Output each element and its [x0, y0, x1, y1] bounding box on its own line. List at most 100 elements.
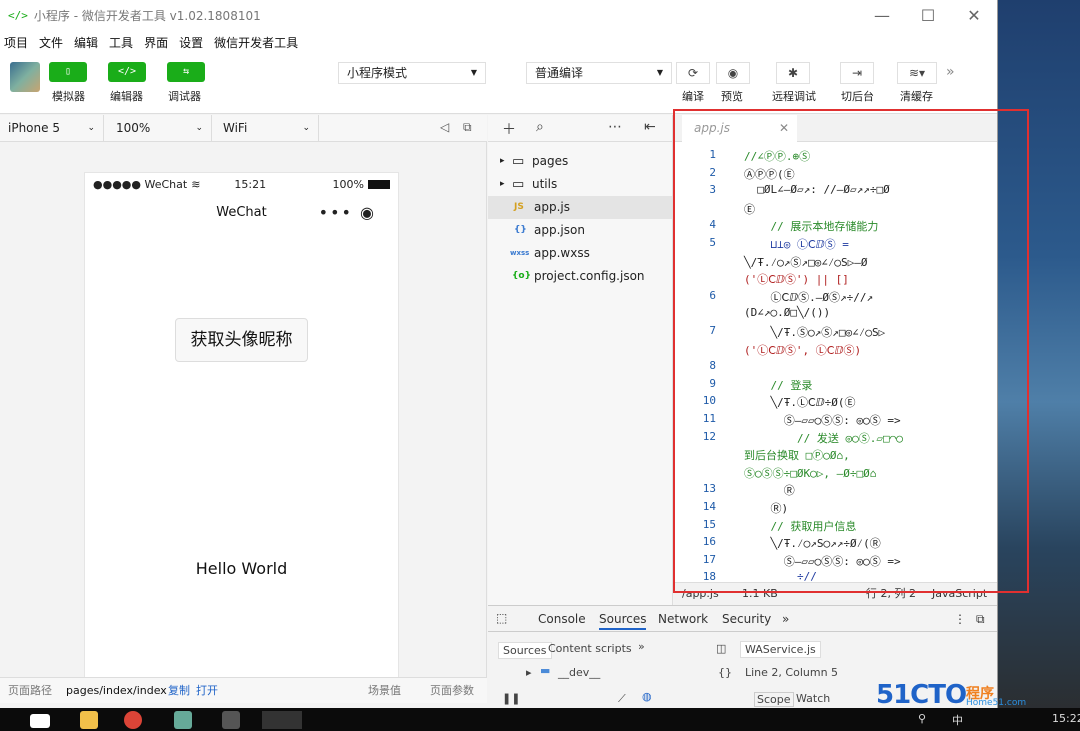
copy-link[interactable]: 复制: [168, 678, 190, 703]
compile-mode-select[interactable]: 普通编译 ▼: [526, 62, 672, 84]
navigator-toggle-icon[interactable]: ◫: [716, 642, 726, 655]
bug-icon[interactable]: ✱: [776, 62, 810, 84]
watermark-sub: Home51.com: [966, 698, 1027, 708]
open-link[interactable]: 打开: [196, 678, 218, 703]
simulator-footer: 页面路径 pages/index/index 复制 打开 场景值 页面参数: [0, 677, 487, 703]
compile-label: 编译: [682, 90, 704, 103]
wifi-icon: ≋: [191, 177, 201, 191]
search-icon[interactable]: ⌕: [536, 119, 544, 135]
debugger-toggle-button[interactable]: ⇆: [167, 62, 205, 82]
config-file-icon: {o}: [512, 271, 531, 281]
chevron-down-icon: ⌄: [87, 123, 95, 133]
background-label: 切后台: [841, 90, 874, 103]
tab-network[interactable]: Network: [658, 612, 708, 626]
debugger-label: 调试器: [168, 90, 201, 103]
caret-right-icon: ▸: [500, 156, 505, 166]
menu-settings[interactable]: 设置: [179, 34, 203, 51]
simulator-toggle-button[interactable]: ▯: [49, 62, 87, 82]
refresh-icon[interactable]: ⟳: [676, 62, 710, 84]
start-icon[interactable]: [30, 714, 50, 728]
menu-wechat-devtools[interactable]: 微信开发者工具: [214, 34, 298, 51]
collapse-icon[interactable]: ⇤: [644, 119, 656, 135]
chrome-icon[interactable]: [124, 711, 142, 729]
get-userinfo-button[interactable]: 获取头像昵称: [175, 318, 308, 362]
devtools-task-icon[interactable]: [262, 711, 302, 729]
ime-indicator[interactable]: 中: [952, 712, 963, 728]
highlight-box: [673, 109, 1029, 593]
pause-exceptions-icon[interactable]: ◍: [642, 690, 652, 703]
scope-tab[interactable]: Scope: [754, 692, 794, 707]
inspect-icon[interactable]: ⬚: [496, 611, 507, 625]
popout-icon[interactable]: ⧉: [463, 120, 472, 135]
preview-label: 预览: [721, 90, 743, 103]
menu-view[interactable]: 界面: [144, 34, 168, 51]
deactivate-breakpoints-icon[interactable]: ⟋: [618, 692, 626, 706]
tab-console[interactable]: Console: [538, 612, 586, 626]
folder-icon: ▭: [512, 154, 525, 169]
user-avatar[interactable]: [10, 62, 40, 92]
phone-time: 15:21: [234, 177, 267, 191]
more-tabs-icon[interactable]: »: [782, 612, 789, 626]
watch-tab[interactable]: Watch: [796, 692, 830, 705]
menu-dots-icon[interactable]: ⋮: [954, 612, 966, 626]
tree-folder-pages[interactable]: ▸ ▭ pages: [488, 150, 672, 173]
params-button[interactable]: 页面参数: [430, 678, 474, 703]
tree-item-label: app.wxss: [534, 246, 590, 260]
taskbar-clock: 15:22: [1052, 712, 1080, 725]
zoom-select[interactable]: 100% ⌄: [108, 115, 212, 142]
tree-file-app-js[interactable]: JS app.js: [488, 196, 672, 219]
more-icon[interactable]: »: [946, 64, 955, 80]
tab-security[interactable]: Security: [722, 612, 771, 626]
eye-icon[interactable]: ◉: [716, 62, 750, 84]
menu-edit[interactable]: 编辑: [74, 34, 98, 51]
add-icon[interactable]: ＋: [502, 119, 516, 139]
tree-file-project-config[interactable]: {o} project.config.json: [488, 265, 672, 288]
battery-text: 100%: [332, 177, 364, 191]
editor-toggle-button[interactable]: </>: [108, 62, 146, 82]
chevron-down-icon: ▼: [656, 68, 663, 77]
menu-project[interactable]: 项目: [4, 34, 28, 51]
wxss-file-icon: wxss: [510, 249, 530, 257]
scene-button[interactable]: 场景值: [368, 678, 401, 703]
tab-sources[interactable]: Sources: [599, 612, 647, 630]
taskbar: ⚲ 中 15:22: [0, 708, 1080, 731]
open-file-tab[interactable]: WAService.js: [740, 641, 821, 658]
content-scripts-subtab[interactable]: Content scripts: [548, 642, 632, 655]
menu-tools[interactable]: 工具: [109, 34, 133, 51]
tree-file-app-json[interactable]: {} app.json: [488, 219, 672, 242]
phone-status-bar: ●●●●● WeChat ≋ 15:21 100%: [85, 173, 398, 195]
format-icon[interactable]: {}: [718, 666, 732, 679]
mode-select[interactable]: 小程序模式 ▼: [338, 62, 486, 84]
editor-label: 编辑器: [110, 90, 143, 103]
maximize-button[interactable]: ☐: [905, 6, 951, 25]
caret-right-icon[interactable]: ▸: [526, 666, 532, 679]
more-icon[interactable]: ⋯: [608, 119, 622, 135]
json-file-icon: {}: [514, 225, 527, 235]
device-select[interactable]: iPhone 5 ⌄: [0, 115, 104, 142]
battery-icon: [368, 179, 390, 189]
layers-icon[interactable]: ≋▾: [897, 62, 937, 84]
network-select[interactable]: WiFi ⌄: [215, 115, 319, 142]
menu-bar: 项目 文件 编辑 工具 界面 设置 微信开发者工具: [0, 30, 997, 54]
close-button[interactable]: ✕: [951, 6, 997, 25]
tree-file-app-wxss[interactable]: wxss app.wxss: [488, 242, 672, 265]
pause-icon[interactable]: ❚❚: [502, 692, 520, 705]
remote-debug-label: 远程调试: [772, 90, 816, 103]
app-icon[interactable]: [222, 711, 240, 729]
capsule-menu-icon[interactable]: ••• ◉: [319, 203, 376, 222]
sources-subtab[interactable]: Sources: [498, 642, 552, 659]
background-switch-icon[interactable]: ⇥: [840, 62, 874, 84]
app-icon[interactable]: [174, 711, 192, 729]
file-explorer-icon[interactable]: [80, 711, 98, 729]
dock-icon[interactable]: ⧉: [976, 612, 985, 627]
more-icon[interactable]: »: [638, 640, 645, 653]
dev-folder[interactable]: __dev__: [558, 666, 600, 679]
network-tray-icon[interactable]: ⚲: [918, 712, 926, 725]
menu-file[interactable]: 文件: [39, 34, 63, 51]
window-title: 小程序 - 微信开发者工具 v1.02.1808101: [33, 8, 261, 23]
volume-icon[interactable]: ◁: [440, 120, 449, 134]
title-bar: </> 小程序 - 微信开发者工具 v1.02.1808101 — ☐ ✕: [0, 0, 997, 30]
tree-folder-utils[interactable]: ▸ ▭ utils: [488, 173, 672, 196]
device-value: iPhone 5: [8, 121, 60, 135]
minimize-button[interactable]: —: [859, 6, 905, 25]
